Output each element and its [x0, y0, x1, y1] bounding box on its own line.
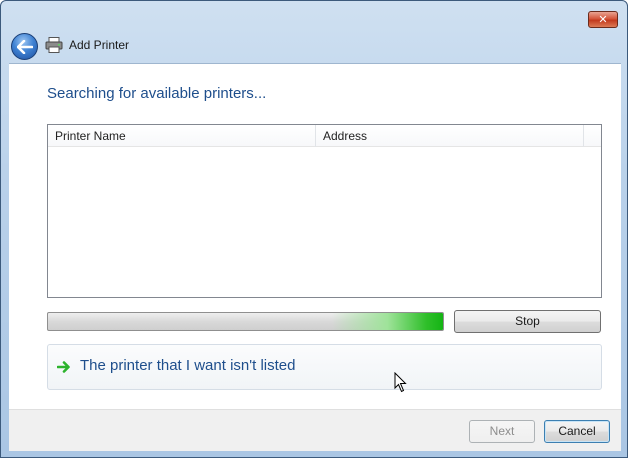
close-icon: ✕ [598, 13, 608, 26]
printer-list-header: Printer Name Address [48, 125, 601, 147]
add-printer-window: ✕ Add Printer Searching for available pr… [0, 0, 628, 458]
column-header-printer-name[interactable]: Printer Name [48, 125, 316, 147]
wizard-footer: Next Cancel [9, 409, 621, 451]
column-header-filler [584, 125, 601, 147]
green-arrow-icon [57, 361, 70, 373]
close-button[interactable]: ✕ [588, 11, 618, 28]
wizard-content: Searching for available printers... Prin… [9, 63, 621, 409]
stop-button[interactable]: Stop [454, 310, 601, 333]
back-button[interactable] [11, 33, 38, 60]
progress-glow [332, 313, 443, 330]
window-title: Add Printer [69, 38, 130, 52]
search-progress-bar [47, 312, 444, 331]
page-heading: Searching for available printers... [47, 85, 267, 102]
mouse-cursor-icon [394, 372, 407, 393]
next-button[interactable]: Next [469, 420, 535, 443]
printer-not-listed-link[interactable]: The printer that I want isn't listed [80, 357, 295, 374]
back-arrow-icon [16, 39, 33, 54]
printer-icon [45, 37, 63, 53]
printer-not-listed-panel[interactable]: The printer that I want isn't listed [47, 344, 602, 390]
column-header-address[interactable]: Address [316, 125, 584, 147]
printer-list[interactable]: Printer Name Address [47, 124, 602, 298]
cancel-button[interactable]: Cancel [544, 420, 610, 443]
